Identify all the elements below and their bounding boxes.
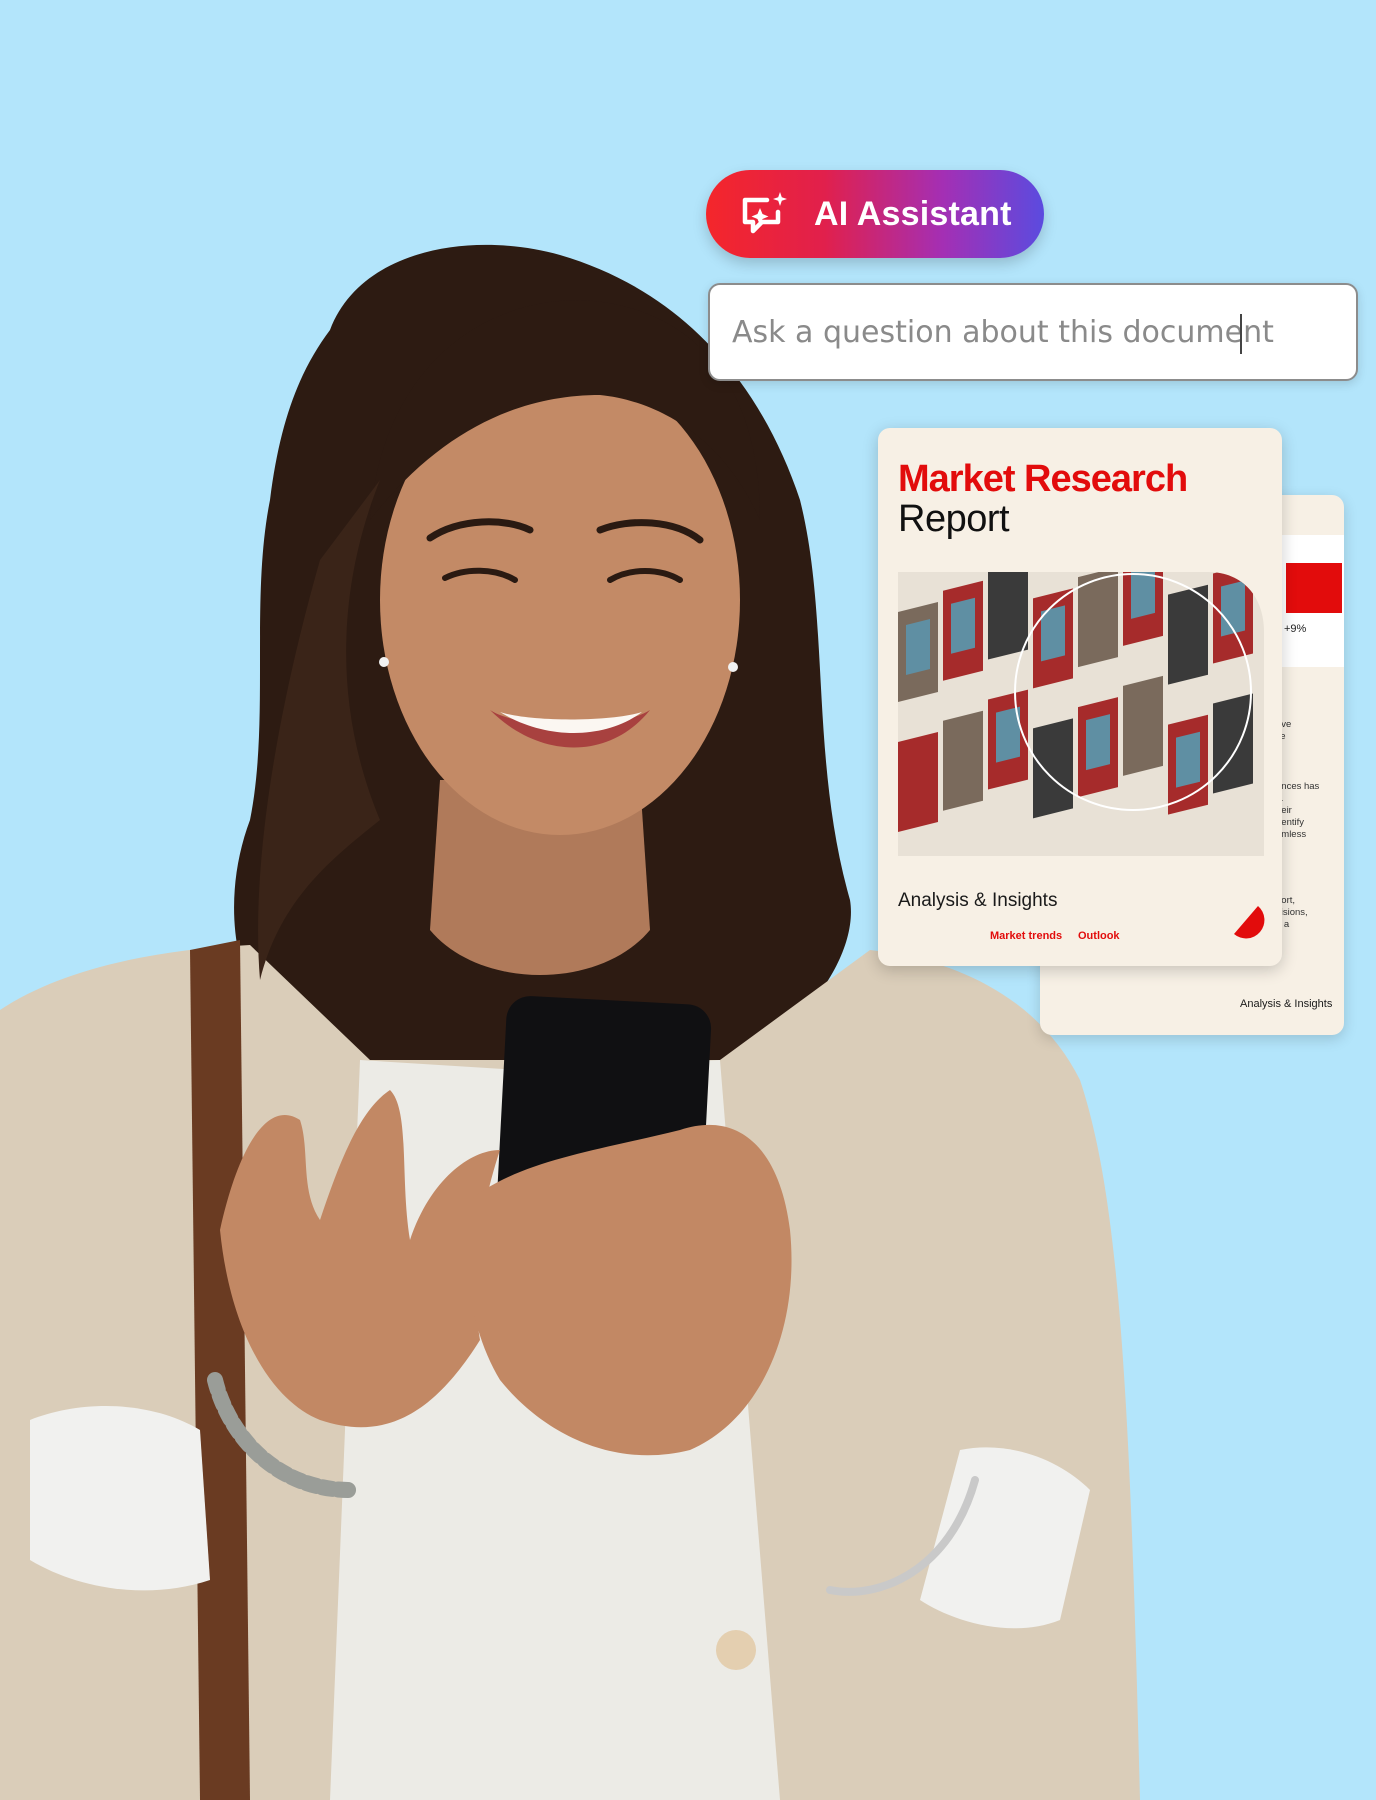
left-sleeve-cuff (30, 1406, 210, 1591)
ai-chat-sparkle-icon (742, 192, 787, 234)
question-input-box[interactable] (708, 283, 1358, 381)
ai-assistant-button[interactable]: AI Assistant (706, 170, 1044, 258)
left-earring (379, 657, 389, 667)
report-subtitle: Analysis & Insights (898, 890, 1058, 911)
nav-outlook[interactable]: Outlook (1078, 930, 1120, 942)
text-cursor (1240, 314, 1242, 354)
text-snippet: ences has (1276, 781, 1320, 792)
report-title: Market Research (898, 458, 1188, 500)
red-half-circle-mark (1234, 906, 1265, 939)
report-title-line2: Report (898, 498, 1010, 540)
question-input[interactable] (732, 314, 1356, 350)
mini-chart-stat: +9% (1284, 623, 1307, 635)
nav-market-trends[interactable]: Market trends (990, 930, 1062, 942)
ai-assistant-label: AI Assistant (814, 194, 1012, 233)
bag-strap (190, 940, 250, 1800)
right-earring (728, 662, 738, 672)
mini-chart-bar (1286, 563, 1342, 613)
building-facade-image (898, 572, 1264, 856)
back-card-footer: Analysis & Insights (1240, 998, 1333, 1010)
report-card-front[interactable]: Market Research Report Analysis & Insigh… (878, 428, 1282, 966)
jacket-button (716, 1630, 756, 1670)
